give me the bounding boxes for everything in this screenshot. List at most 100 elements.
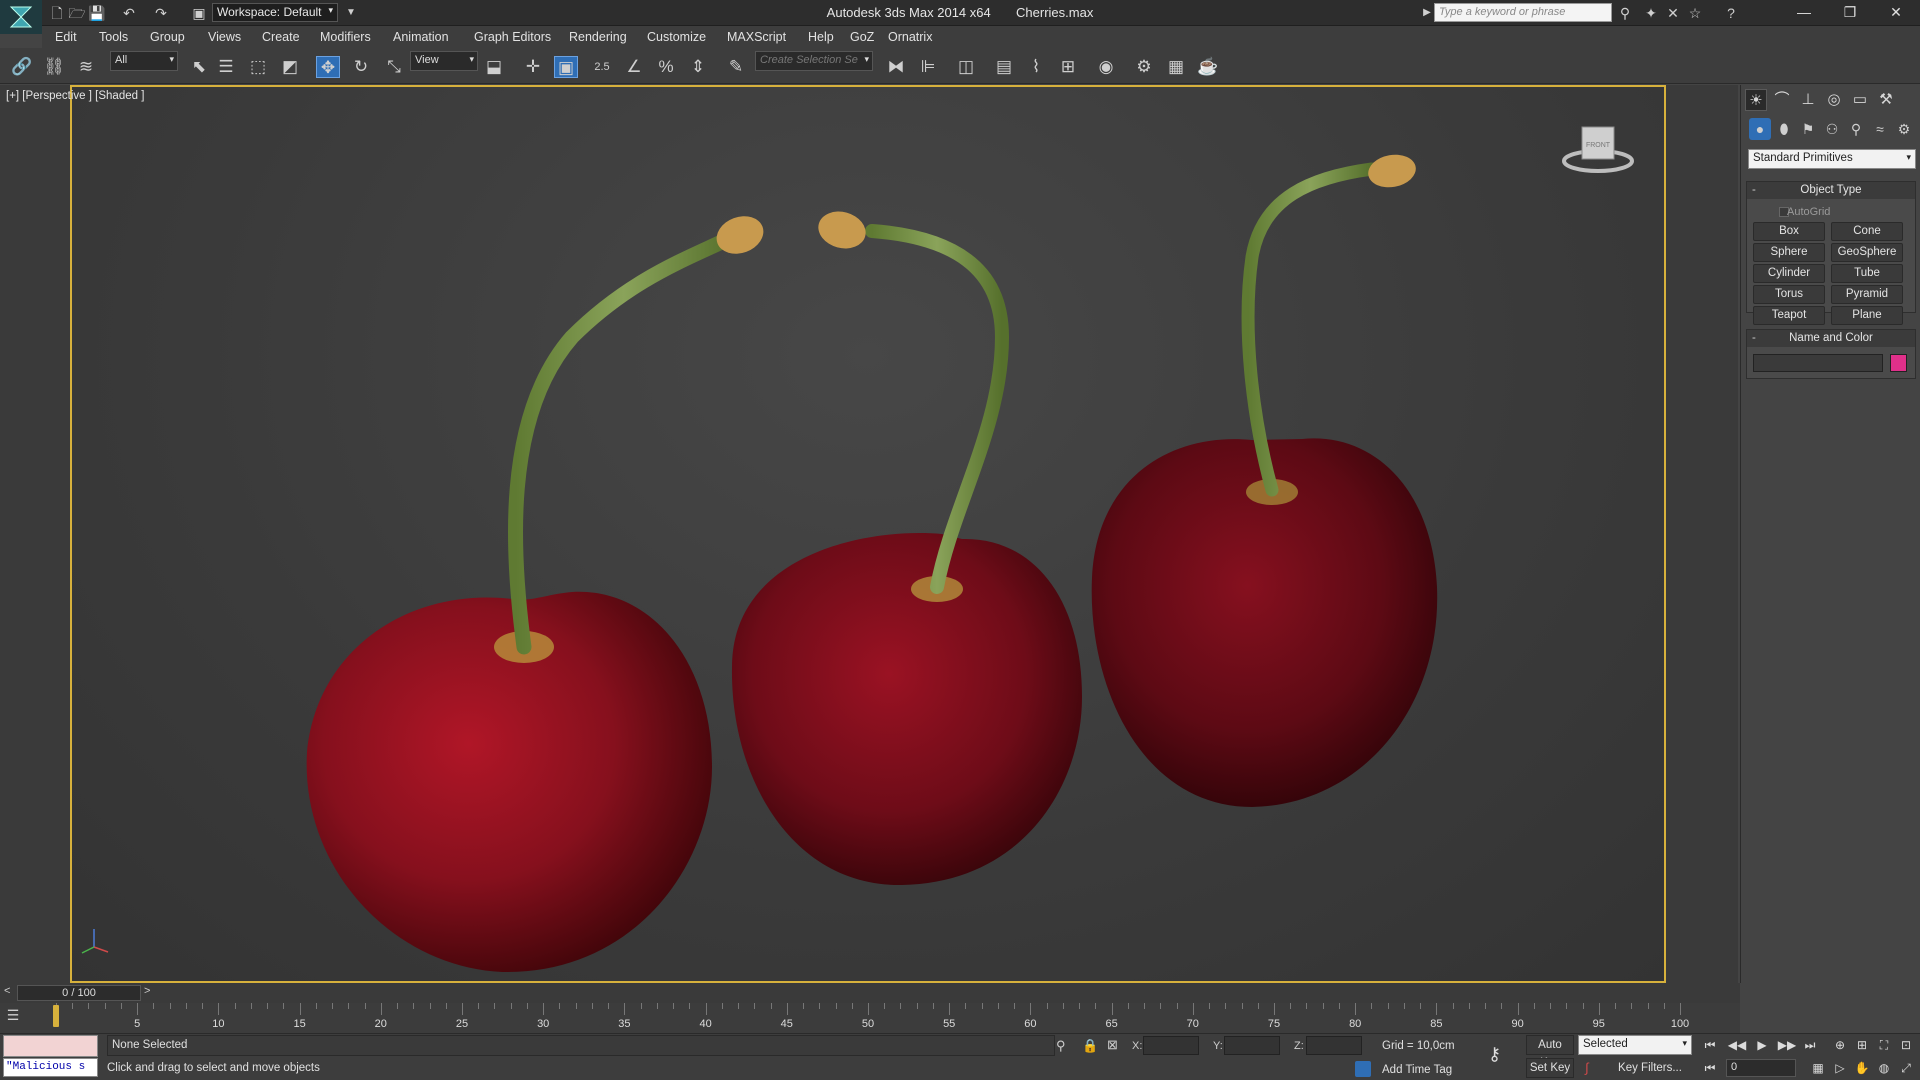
schematic-view-icon[interactable]: ⊞ [1056, 56, 1080, 78]
angle-snap-icon[interactable]: ∠ [622, 56, 646, 78]
selection-lock-icon[interactable]: 🔒 [1082, 1038, 1098, 1054]
time-slider[interactable]: 0 / 100 [17, 985, 141, 1001]
tube-button[interactable]: Tube [1831, 264, 1903, 283]
select-object-icon[interactable]: ⬉ [187, 56, 211, 78]
undo-icon[interactable]: ↶ [120, 4, 138, 22]
geosphere-button[interactable]: GeoSphere [1831, 243, 1903, 262]
subscription-icon[interactable]: ✦ [1642, 4, 1660, 22]
key-filters-button[interactable]: Key Filters... [1608, 1058, 1692, 1078]
create-tab-icon[interactable]: ☀ [1745, 89, 1767, 111]
edit-named-selection-icon[interactable]: ✎ [724, 56, 748, 78]
pyramid-button[interactable]: Pyramid [1831, 285, 1903, 304]
rendered-frame-window-icon[interactable]: ▦ [1164, 56, 1188, 78]
object-type-header[interactable]: - Object Type [1747, 182, 1915, 199]
time-slider-prev-button[interactable]: < [4, 985, 10, 997]
workspace-dropdown[interactable]: Workspace: Default ▾ [212, 3, 338, 22]
shapes-icon[interactable]: ⬮ [1773, 118, 1795, 140]
project-folder-icon[interactable]: ▣ [190, 4, 208, 22]
geometry-icon[interactable]: ● [1749, 118, 1771, 140]
go-to-end-icon[interactable]: ⏭ [1800, 1035, 1820, 1055]
close-button[interactable]: ✕ [1874, 0, 1918, 24]
maxscript-listener-output[interactable] [3, 1035, 98, 1057]
key-mode-dropdown[interactable]: Selected ▾ [1578, 1035, 1692, 1055]
snaps-toggle-icon[interactable]: 2.5 [590, 56, 614, 78]
perspective-viewport[interactable]: FRONT [70, 85, 1666, 983]
material-editor-icon[interactable]: ◉ [1094, 56, 1118, 78]
link-icon[interactable]: 🔗 [10, 56, 34, 78]
key-mode-toggle-icon[interactable]: ⏮ [1700, 1058, 1720, 1078]
menu-modifiers[interactable]: Modifiers [320, 26, 371, 48]
menu-create[interactable]: Create [262, 26, 300, 48]
select-and-rotate-icon[interactable]: ↻ [349, 56, 373, 78]
graphite-ribbon-icon[interactable]: ▤ [992, 56, 1016, 78]
viewcube-icon[interactable]: FRONT [1562, 126, 1634, 173]
cameras-icon[interactable]: ⚇ [1821, 118, 1843, 140]
torus-button[interactable]: Torus [1753, 285, 1825, 304]
select-and-move-icon[interactable]: ✥ [316, 56, 340, 78]
previous-frame-icon[interactable]: ◀◀ [1727, 1035, 1747, 1055]
x-coordinate-field[interactable] [1143, 1036, 1199, 1055]
zoom-icon[interactable]: ⊕ [1830, 1035, 1850, 1055]
menu-group[interactable]: Group [150, 26, 185, 48]
box-button[interactable]: Box [1753, 222, 1825, 241]
percent-snap-icon[interactable]: % [654, 56, 678, 78]
render-production-icon[interactable]: ☕ [1196, 56, 1220, 78]
primitive-category-dropdown[interactable]: Standard Primitives ▾ [1748, 149, 1916, 169]
menu-goz[interactable]: GoZ [850, 26, 874, 48]
lights-icon[interactable]: ⚑ [1797, 118, 1819, 140]
helpers-icon[interactable]: ⚲ [1845, 118, 1867, 140]
zoom-all-icon[interactable]: ⊞ [1852, 1035, 1872, 1055]
unlink-icon[interactable]: ⛓ [42, 56, 66, 78]
redo-icon[interactable]: ↷ [152, 4, 170, 22]
select-and-scale-icon[interactable]: ⤡ [382, 56, 406, 78]
auto-key-button[interactable]: Auto Key [1526, 1035, 1574, 1069]
named-selection-set-dropdown[interactable]: Create Selection Se ▾ [755, 51, 873, 71]
reference-coordinate-dropdown[interactable]: View ▾ [410, 51, 478, 71]
menu-rendering[interactable]: Rendering [569, 26, 627, 48]
field-of-view-icon[interactable]: ▷ [1830, 1058, 1850, 1078]
z-coordinate-field[interactable] [1306, 1036, 1362, 1055]
hierarchy-tab-icon[interactable]: ⊥ [1797, 89, 1819, 111]
current-frame-field[interactable]: 0 [1726, 1059, 1796, 1077]
favorites-icon[interactable]: ☆ [1686, 4, 1704, 22]
teapot-button[interactable]: Teapot [1753, 306, 1825, 325]
utilities-tab-icon[interactable]: ⚒ [1875, 89, 1897, 111]
menu-tools[interactable]: Tools [99, 26, 128, 48]
mini-curve-editor-icon[interactable]: ☰ [3, 1007, 23, 1027]
zoom-extents-all-icon[interactable]: ⊡ [1896, 1035, 1916, 1055]
object-color-swatch[interactable] [1890, 354, 1907, 372]
select-by-name-icon[interactable]: ☰ [214, 56, 238, 78]
app-logo-icon[interactable] [0, 0, 42, 34]
systems-icon[interactable]: ⚙ [1893, 118, 1915, 140]
quick-access-menu-icon[interactable]: ▼ [342, 4, 360, 22]
open-file-icon[interactable]: 🗁 [68, 4, 86, 22]
zoom-extents-icon[interactable]: ⛶ [1874, 1035, 1894, 1055]
menu-customize[interactable]: Customize [647, 26, 706, 48]
rectangular-selection-icon[interactable]: ⬚ [246, 56, 270, 78]
menu-maxscript[interactable]: MAXScript [727, 26, 786, 48]
track-bar[interactable]: ☰ 5 10 15 20 25 30 35 40 45 50 55 60 65 70 75 80 85 90 95 1… [0, 1003, 1740, 1033]
menu-views[interactable]: Views [208, 26, 241, 48]
minimize-button[interactable]: — [1782, 0, 1826, 24]
new-file-icon[interactable]: 🗋 [48, 4, 66, 22]
menu-ornatrix[interactable]: Ornatrix [888, 26, 932, 48]
next-frame-icon[interactable]: ▶▶ [1777, 1035, 1797, 1055]
save-icon[interactable]: 💾 [88, 4, 106, 22]
menu-help[interactable]: Help [808, 26, 834, 48]
window-crossing-icon[interactable]: ◩ [278, 56, 302, 78]
use-pivot-center-icon[interactable]: ✛ [521, 56, 545, 78]
binoculars-icon[interactable]: ⚲ [1616, 4, 1634, 22]
menu-animation[interactable]: Animation [393, 26, 449, 48]
bind-space-warp-icon[interactable]: ≋ [74, 56, 98, 78]
plane-button[interactable]: Plane [1831, 306, 1903, 325]
selection-filter-dropdown[interactable]: All ▾ [110, 51, 178, 71]
time-configuration-icon[interactable]: ▦ [1808, 1058, 1828, 1078]
viewport-label[interactable]: [+] [Perspective ] [Shaded ] [6, 90, 144, 102]
keyboard-shortcut-override-icon[interactable]: ▣ [554, 56, 578, 78]
play-icon[interactable]: ▶ [1752, 1035, 1772, 1055]
cylinder-button[interactable]: Cylinder [1753, 264, 1825, 283]
menu-edit[interactable]: Edit [55, 26, 77, 48]
help-icon[interactable]: ? [1722, 4, 1740, 22]
y-coordinate-field[interactable] [1224, 1036, 1280, 1055]
go-to-start-icon[interactable]: ⏮ [1700, 1035, 1720, 1055]
